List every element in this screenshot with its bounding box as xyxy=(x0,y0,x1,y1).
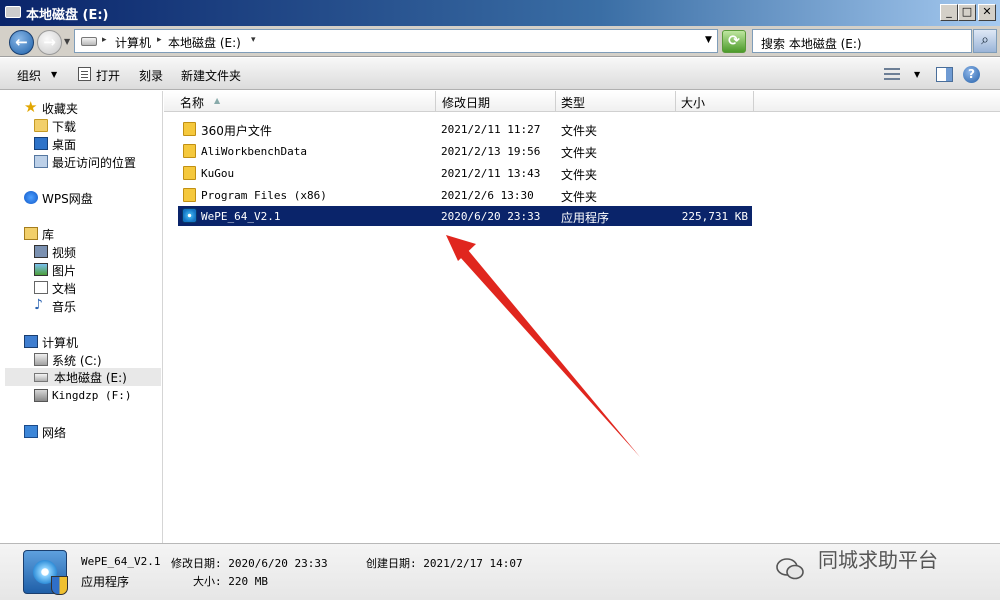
details-file-name: WePE_64_V2.1 xyxy=(81,555,161,568)
red-arrow-annotation xyxy=(446,235,640,457)
wechat-icon xyxy=(776,558,804,580)
details-modified-date: 修改日期: 2020/6/20 23:33 xyxy=(171,557,328,570)
watermark-text: 同城求助平台 xyxy=(818,548,938,572)
details-file-size: 大小: 220 MB xyxy=(193,575,268,588)
details-pane: WePE_64_V2.1 修改日期: 2020/6/20 23:33 创建日期:… xyxy=(0,543,1000,600)
wepe-installer-icon xyxy=(23,550,68,595)
details-created-date: 创建日期: 2021/2/17 14:07 xyxy=(366,557,523,570)
details-file-type: 应用程序 xyxy=(81,575,130,589)
